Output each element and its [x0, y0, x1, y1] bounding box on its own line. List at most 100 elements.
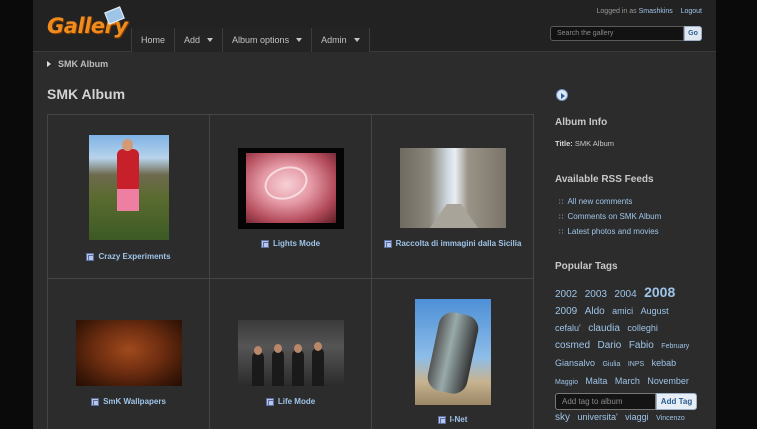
- album-info-title-label: Title:: [555, 139, 573, 148]
- thumbnail-i-net[interactable]: [415, 299, 491, 405]
- tag-link[interactable]: March: [615, 376, 640, 386]
- album-caption[interactable]: Lights Mode: [210, 239, 371, 248]
- search-go-button[interactable]: Go: [684, 26, 702, 41]
- chevron-down-icon: [296, 38, 303, 42]
- album-icon: [260, 239, 269, 248]
- album-icon: [91, 397, 100, 406]
- album-item: Raccolta di immagini dalla Sicilia: [372, 115, 533, 279]
- tag-link[interactable]: sky: [555, 412, 570, 423]
- tag-link[interactable]: cefalu': [555, 323, 581, 333]
- breadcrumb: SMK Album: [47, 59, 108, 69]
- album-caption[interactable]: Crazy Experiments: [48, 252, 209, 261]
- tag-link[interactable]: cosmed: [555, 340, 590, 351]
- thumbnail-figure: [312, 348, 324, 386]
- nav-admin[interactable]: Admin: [311, 28, 370, 52]
- nav-add[interactable]: Add: [174, 28, 223, 52]
- page-title: SMK Album: [47, 86, 126, 102]
- nav-admin-label: Admin: [321, 35, 347, 45]
- album-item: Life Mode: [210, 279, 372, 429]
- tag-link[interactable]: Fabio: [629, 340, 654, 351]
- rss-link-label: Latest photos and movies: [567, 227, 659, 236]
- user-name-link[interactable]: Smashkins: [639, 8, 673, 15]
- album-caption[interactable]: Raccolta di immagini dalla Sicilia: [372, 239, 533, 248]
- thumbnail-life-mode[interactable]: [238, 320, 344, 386]
- nav-album-options-label: Album options: [232, 35, 290, 45]
- tag-link[interactable]: 2003: [585, 289, 607, 300]
- thumbnail-figure: [117, 149, 139, 189]
- tag-link[interactable]: colleghi: [627, 323, 658, 333]
- album-caption-text: I-Net: [449, 415, 468, 424]
- thumbnail-smk-wallpapers[interactable]: [76, 320, 182, 386]
- tag-link[interactable]: Maggio: [555, 379, 578, 386]
- rss-link-album-comments[interactable]: ∷ Comments on SMK Album: [559, 212, 661, 221]
- search-input[interactable]: Search the gallery: [550, 26, 684, 41]
- nav-album-options[interactable]: Album options: [222, 28, 312, 52]
- album-info-heading: Album Info: [555, 117, 608, 128]
- user-status: Logged in as Smashkins Logout: [597, 8, 702, 15]
- breadcrumb-arrow-icon: [47, 61, 51, 67]
- rss-link-latest-photos[interactable]: ∷ Latest photos and movies: [559, 227, 659, 236]
- tag-link[interactable]: Vincenzo: [656, 415, 685, 422]
- tag-link[interactable]: Giansalvo: [555, 358, 595, 368]
- tag-link[interactable]: February: [661, 343, 689, 350]
- tags-heading: Popular Tags: [555, 261, 618, 272]
- album-caption-text: Crazy Experiments: [98, 252, 171, 261]
- thumbnail-figure: [292, 350, 304, 386]
- rss-link-label: Comments on SMK Album: [567, 212, 662, 221]
- thumbnail-figure: [252, 352, 264, 386]
- tag-link[interactable]: Aldo: [585, 306, 605, 317]
- main-nav: Home Add Album options Admin: [131, 28, 370, 52]
- thumbnail-image: [425, 309, 481, 397]
- rss-feed-icon: ∷: [559, 228, 564, 236]
- album-caption-text: Lights Mode: [272, 239, 321, 248]
- nav-home[interactable]: Home: [131, 28, 175, 52]
- album-info-title: Title: SMK Album: [555, 139, 614, 148]
- album-icon: [383, 239, 392, 248]
- slideshow-play-icon[interactable]: [556, 89, 568, 101]
- thumbnail-figure: [117, 189, 139, 211]
- add-tag-input[interactable]: Add tag to album: [555, 393, 656, 410]
- album-caption-text: Raccolta di immagini dalla Sicilia: [395, 239, 522, 248]
- thumbnail-crazy-experiments[interactable]: [89, 135, 169, 240]
- tag-link[interactable]: 2008: [644, 284, 675, 300]
- album-item: SmK Wallpapers: [48, 279, 210, 429]
- add-tag-button[interactable]: Add Tag: [656, 393, 697, 410]
- album-caption[interactable]: I-Net: [372, 415, 533, 424]
- tag-link[interactable]: November: [647, 376, 689, 386]
- thumbnail-figure: [294, 344, 302, 353]
- album-grid: Crazy Experiments Lights Mode Raccolta d…: [47, 114, 534, 429]
- album-icon: [86, 252, 95, 261]
- breadcrumb-current: SMK Album: [58, 59, 109, 69]
- thumbnail-raccolta-sicilia[interactable]: [400, 148, 506, 228]
- thumbnail-lights-mode[interactable]: [238, 148, 344, 229]
- tag-link[interactable]: universita': [577, 412, 617, 422]
- tag-link[interactable]: Dario: [597, 340, 621, 351]
- thumbnail-figure: [254, 346, 262, 355]
- tag-link[interactable]: claudia: [588, 323, 620, 334]
- tag-link[interactable]: viaggi: [625, 412, 649, 422]
- album-caption[interactable]: SmK Wallpapers: [48, 397, 209, 406]
- logout-link[interactable]: Logout: [681, 8, 702, 15]
- gallery-page: Gallery Home Add Album options Admin Log…: [33, 0, 716, 429]
- header: Gallery Home Add Album options Admin Log…: [33, 0, 716, 52]
- logged-in-label: Logged in as: [596, 8, 637, 15]
- tag-link[interactable]: 2002: [555, 289, 577, 300]
- tag-link[interactable]: August: [641, 306, 669, 316]
- rss-link-all-comments[interactable]: ∷ All new comments: [559, 197, 632, 206]
- album-caption[interactable]: Life Mode: [210, 397, 371, 406]
- tag-link[interactable]: Giulia: [602, 361, 620, 368]
- rss-heading: Available RSS Feeds: [555, 174, 654, 185]
- album-item: Crazy Experiments: [48, 115, 210, 279]
- tag-link[interactable]: INPS: [628, 361, 644, 368]
- album-caption-text: SmK Wallpapers: [103, 397, 166, 406]
- tag-link[interactable]: kebab: [652, 358, 677, 368]
- tag-link[interactable]: 2009: [555, 306, 577, 317]
- album-icon: [437, 415, 446, 424]
- thumbnail-image: [246, 153, 336, 223]
- thumbnail-image: [430, 204, 478, 228]
- album-caption-text: Life Mode: [277, 397, 316, 406]
- album-info-title-value: SMK Album: [574, 139, 615, 148]
- tag-link[interactable]: 2004: [614, 289, 636, 300]
- tag-link[interactable]: Malta: [585, 376, 607, 386]
- tag-link[interactable]: amici: [612, 306, 633, 316]
